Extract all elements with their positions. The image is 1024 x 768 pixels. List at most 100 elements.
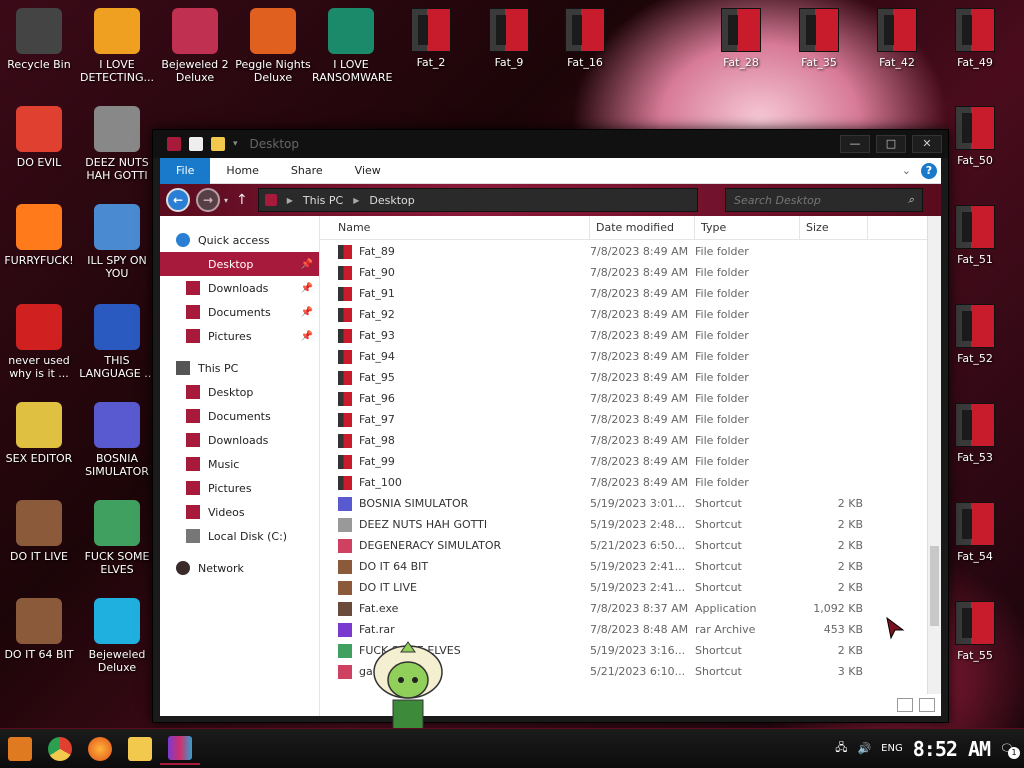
breadcrumb-this-pc[interactable]: This PC bbox=[303, 194, 343, 207]
taskbar-chrome[interactable] bbox=[40, 733, 80, 765]
volume-icon[interactable]: 🔊 bbox=[857, 742, 871, 755]
clock[interactable]: 8:52 AM bbox=[913, 737, 991, 761]
file-row[interactable]: Fat_93 7/8/2023 8:49 AM File folder bbox=[320, 325, 927, 346]
file-row[interactable]: BOSNIA SIMULATOR 5/19/2023 3:01... Shortcu… bbox=[320, 493, 927, 514]
network-tray-icon[interactable]: 🖧 bbox=[835, 739, 847, 758]
nav-item-music[interactable]: Music bbox=[160, 452, 319, 476]
help-icon[interactable]: ? bbox=[921, 162, 937, 179]
desktop-icon[interactable]: Fat_9 bbox=[470, 8, 548, 69]
desktop-icon[interactable]: never used why is it ... bbox=[0, 304, 78, 380]
recent-locations-icon[interactable]: ▾ bbox=[224, 196, 228, 205]
file-row[interactable]: Fat_100 7/8/2023 8:49 AM File folder bbox=[320, 472, 927, 493]
tab-file[interactable]: File bbox=[160, 157, 211, 184]
search-box[interactable]: ⌕ bbox=[725, 188, 923, 212]
file-row[interactable]: Fat.exe 7/8/2023 8:37 AM Application 1,092 … bbox=[320, 598, 927, 619]
column-size[interactable]: Size bbox=[800, 216, 868, 240]
pin-icon[interactable]: 📌 bbox=[301, 307, 313, 318]
nav-item-videos[interactable]: Videos bbox=[160, 500, 319, 524]
nav-item-downloads[interactable]: Downloads bbox=[160, 428, 319, 452]
file-row[interactable]: Fat_91 7/8/2023 8:49 AM File folder bbox=[320, 283, 927, 304]
taskbar-winrar[interactable] bbox=[160, 733, 200, 765]
nav-item-quick-access[interactable]: Quick access bbox=[160, 228, 319, 252]
desktop-icon[interactable]: Recycle Bin bbox=[0, 8, 78, 71]
desktop-icon[interactable]: DO EVIL bbox=[0, 106, 78, 169]
large-icons-view-icon[interactable] bbox=[919, 698, 935, 712]
desktop-icon[interactable]: I LOVE RANSOMWARE bbox=[312, 8, 392, 84]
taskbar-file-explorer[interactable] bbox=[120, 733, 160, 765]
new-folder-icon[interactable] bbox=[211, 137, 225, 151]
file-row[interactable]: Fat_98 7/8/2023 8:49 AM File folder bbox=[320, 430, 927, 451]
qa-dropdown-icon[interactable]: ▾ bbox=[233, 139, 238, 149]
address-bar[interactable]: ▶ This PC ▶ Desktop bbox=[257, 188, 698, 212]
nav-item-pictures[interactable]: Pictures 📌 bbox=[160, 324, 319, 348]
nav-item-downloads[interactable]: Downloads 📌 bbox=[160, 276, 319, 300]
desktop-icon[interactable]: THIS LANGUAGE ... bbox=[78, 304, 156, 380]
file-row[interactable]: DEEZ NUTS HAH GOTTI 5/19/2023 2:48... Shor… bbox=[320, 514, 927, 535]
details-view-icon[interactable] bbox=[897, 698, 913, 712]
desktop-icon[interactable]: Bejeweled 2 Deluxe bbox=[156, 8, 234, 84]
taskbar-firefox[interactable] bbox=[80, 733, 120, 765]
desktop-icon[interactable]: Fat_42 bbox=[858, 8, 936, 69]
forward-button[interactable]: → bbox=[196, 188, 220, 212]
file-row[interactable]: Fat_90 7/8/2023 8:49 AM File folder bbox=[320, 262, 927, 283]
properties-icon[interactable] bbox=[189, 137, 203, 151]
back-button[interactable]: ← bbox=[166, 188, 190, 212]
close-button[interactable]: ✕ bbox=[912, 135, 942, 153]
nav-item-documents[interactable]: Documents bbox=[160, 404, 319, 428]
pin-icon[interactable]: 📌 bbox=[301, 259, 313, 270]
desktop-icon[interactable]: Fat_35 bbox=[780, 8, 858, 69]
nav-item-network[interactable]: Network bbox=[160, 556, 319, 580]
column-type[interactable]: Type bbox=[695, 216, 800, 240]
desktop-icon[interactable]: DO IT LIVE bbox=[0, 500, 78, 563]
title-bar[interactable]: ▾ Desktop — □ ✕ bbox=[153, 130, 948, 158]
file-row[interactable]: DO IT 64 BIT 5/19/2023 2:41... Shortcut 2 K… bbox=[320, 556, 927, 577]
file-row[interactable]: Fat_97 7/8/2023 8:49 AM File folder bbox=[320, 409, 927, 430]
desktop-icon[interactable]: DO IT 64 BIT bbox=[0, 598, 78, 661]
desktop-icon[interactable]: FURRYFUCK! bbox=[0, 204, 78, 267]
file-row[interactable]: Fat_92 7/8/2023 8:49 AM File folder bbox=[320, 304, 927, 325]
file-row[interactable]: DO IT LIVE 5/19/2023 2:41... Shortcut 2 KB bbox=[320, 577, 927, 598]
desktop-icon[interactable]: SEX EDITOR bbox=[0, 402, 78, 465]
file-row[interactable]: DEGENERACY SIMULATOR 5/21/2023 6:50... Sho… bbox=[320, 535, 927, 556]
notification-center-button[interactable]: 🗨 1 bbox=[1000, 742, 1020, 759]
desktop-icon[interactable]: BOSNIA SIMULATOR bbox=[78, 402, 156, 478]
language-indicator[interactable]: ENG bbox=[881, 743, 903, 754]
vertical-scrollbar[interactable] bbox=[927, 216, 941, 694]
up-button[interactable]: ↑ bbox=[236, 192, 248, 208]
column-name[interactable]: Name bbox=[320, 216, 590, 240]
search-input[interactable] bbox=[734, 193, 908, 207]
file-row[interactable]: Fat_96 7/8/2023 8:49 AM File folder bbox=[320, 388, 927, 409]
tab-home[interactable]: Home bbox=[210, 158, 274, 184]
desktop-icon[interactable]: FUCK SOME ELVES bbox=[78, 500, 156, 576]
tab-share[interactable]: Share bbox=[275, 158, 339, 184]
pin-icon[interactable]: 📌 bbox=[301, 331, 313, 342]
file-row[interactable]: Fat_94 7/8/2023 8:49 AM File folder bbox=[320, 346, 927, 367]
nav-item-desktop[interactable]: Desktop 📌 bbox=[160, 252, 319, 276]
column-date-modified[interactable]: Date modified bbox=[590, 216, 695, 240]
scrollbar-thumb[interactable] bbox=[930, 546, 939, 626]
nav-item-pictures[interactable]: Pictures bbox=[160, 476, 319, 500]
desktop-icon[interactable]: Fat_2 bbox=[392, 8, 470, 69]
desktop-icon[interactable]: DEEZ NUTS HAH GOTTI bbox=[78, 106, 156, 182]
maximize-button[interactable]: □ bbox=[876, 135, 906, 153]
file-row[interactable]: Fat_89 7/8/2023 8:49 AM File folder bbox=[320, 241, 927, 262]
desktop-icon[interactable]: Fat_49 bbox=[936, 8, 1014, 69]
desktop-icon[interactable]: Fat_16 bbox=[546, 8, 624, 69]
nav-item-this-pc[interactable]: This PC bbox=[160, 356, 319, 380]
tab-view[interactable]: View bbox=[339, 158, 397, 184]
nav-item-local-disk-c[interactable]: Local Disk (C:) bbox=[160, 524, 319, 548]
nav-item-desktop[interactable]: Desktop bbox=[160, 380, 319, 404]
start-button[interactable] bbox=[0, 733, 40, 765]
desktop-icon[interactable]: Bejeweled Deluxe bbox=[78, 598, 156, 674]
pin-icon[interactable]: 📌 bbox=[301, 283, 313, 294]
minimize-button[interactable]: — bbox=[840, 135, 870, 153]
expand-ribbon-icon[interactable]: ⌄ bbox=[902, 164, 911, 177]
file-row[interactable]: Fat_99 7/8/2023 8:49 AM File folder bbox=[320, 451, 927, 472]
desktop-icon[interactable]: I LOVE DETECTING... bbox=[78, 8, 156, 84]
nav-item-documents[interactable]: Documents 📌 bbox=[160, 300, 319, 324]
file-row[interactable]: Fat_95 7/8/2023 8:49 AM File folder bbox=[320, 367, 927, 388]
search-icon[interactable]: ⌕ bbox=[908, 193, 914, 207]
desktop-icon[interactable]: ILL SPY ON YOU bbox=[78, 204, 156, 280]
desktop-icon[interactable]: Peggle Nights Deluxe bbox=[234, 8, 312, 84]
breadcrumb-desktop[interactable]: Desktop bbox=[369, 194, 414, 207]
